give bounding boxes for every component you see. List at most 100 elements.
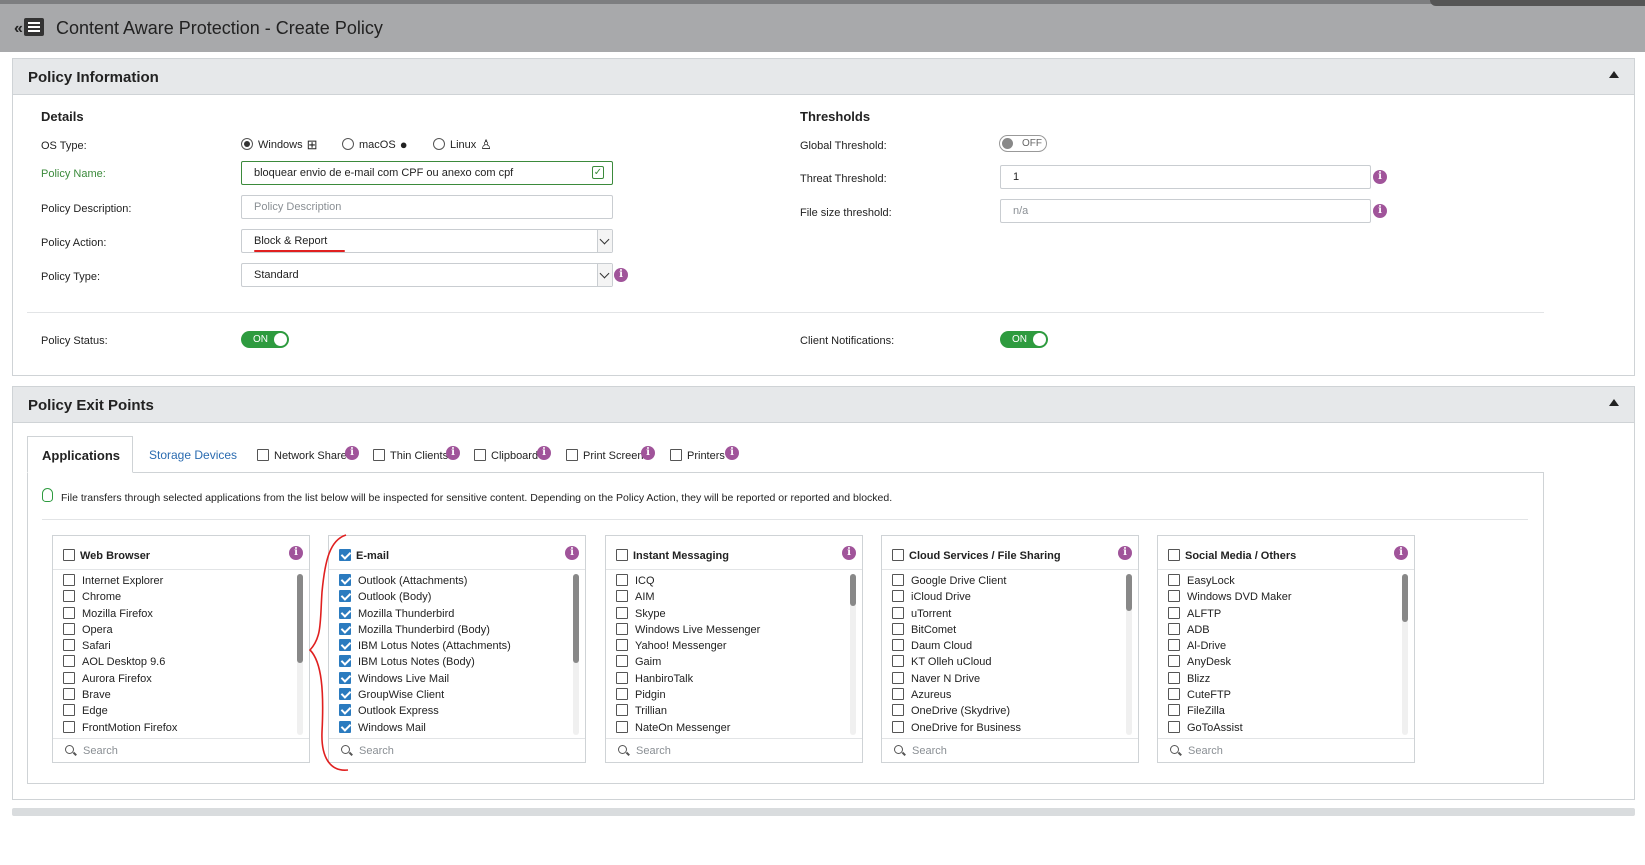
item-checkbox[interactable]: [63, 655, 75, 668]
tab-applications[interactable]: Applications: [27, 436, 133, 473]
list-item[interactable]: ICQ: [606, 574, 862, 590]
checkbox[interactable]: [257, 449, 269, 461]
item-checkbox[interactable]: [616, 704, 628, 717]
info-icon[interactable]: i: [1373, 170, 1387, 184]
list-item[interactable]: Windows Live Mail: [329, 671, 585, 688]
item-checkbox[interactable]: [892, 639, 904, 652]
item-checkbox[interactable]: [616, 688, 628, 701]
item-checkbox[interactable]: [892, 574, 904, 586]
info-icon[interactable]: i: [1118, 546, 1132, 560]
list-item[interactable]: CuteFTP: [1158, 688, 1414, 704]
scrollbar[interactable]: [1402, 574, 1408, 735]
item-checkbox[interactable]: [63, 720, 75, 733]
search-input[interactable]: Search: [1158, 738, 1414, 762]
item-checkbox[interactable]: [892, 704, 904, 717]
list-item[interactable]: Pidgin: [606, 688, 862, 704]
item-checkbox[interactable]: [1168, 606, 1180, 619]
list-item[interactable]: IBM Lotus Notes (Body): [329, 655, 585, 671]
item-checkbox[interactable]: [1168, 574, 1180, 586]
item-checkbox[interactable]: [616, 671, 628, 684]
category-header[interactable]: Social Media / Others i: [1158, 536, 1414, 570]
item-checkbox[interactable]: [1168, 639, 1180, 652]
chevron-down-icon[interactable]: [597, 264, 612, 286]
list-item[interactable]: Internet Explorer: [53, 574, 309, 590]
list-item[interactable]: iCloud Drive: [882, 590, 1138, 606]
scrollbar-thumb[interactable]: [850, 574, 856, 607]
list-item[interactable]: IBM Lotus Notes (Attachments): [329, 639, 585, 655]
list-item[interactable]: ADB: [1158, 622, 1414, 639]
list-item[interactable]: uTorrent: [882, 606, 1138, 623]
list-item[interactable]: Trillian: [606, 704, 862, 720]
item-checkbox[interactable]: [63, 639, 75, 652]
item-checkbox[interactable]: [63, 671, 75, 684]
category-header[interactable]: Web Browser i: [53, 536, 309, 570]
search-input[interactable]: Search: [882, 738, 1138, 762]
item-checkbox[interactable]: [63, 704, 75, 717]
list-item[interactable]: FrontMotion Firefox: [53, 720, 309, 737]
tab-printers[interactable]: Printers: [670, 449, 725, 462]
info-icon[interactable]: i: [725, 446, 739, 460]
list-item[interactable]: Mozilla Thunderbird: [329, 606, 585, 623]
chevron-down-icon[interactable]: [597, 230, 612, 252]
list-item[interactable]: Daum Cloud: [882, 639, 1138, 655]
search-input[interactable]: Search: [606, 738, 862, 762]
policy-name-input[interactable]: bloquear envio de e-mail com CPF ou anex…: [241, 161, 613, 185]
category-header[interactable]: E-mail i: [329, 536, 585, 570]
item-checkbox[interactable]: [1168, 655, 1180, 668]
os-radio-linux[interactable]: Linux ♙: [433, 137, 492, 153]
list-item[interactable]: FileZilla: [1158, 704, 1414, 720]
item-checkbox[interactable]: [1168, 688, 1180, 701]
category-checkbox[interactable]: [1168, 549, 1180, 561]
os-radio-macos[interactable]: macOS ●: [342, 137, 408, 152]
list-item[interactable]: Gaim: [606, 655, 862, 671]
policy-type-select[interactable]: Standard: [241, 263, 613, 287]
list-item[interactable]: AnyDesk: [1158, 655, 1414, 671]
tab-clipboard[interactable]: Clipboard: [474, 449, 538, 462]
collapse-icon[interactable]: [1609, 71, 1619, 78]
checkbox[interactable]: [373, 449, 385, 461]
item-checkbox[interactable]: [616, 622, 628, 635]
list-item[interactable]: Mozilla Thunderbird (Body): [329, 622, 585, 639]
menu-toggle-button[interactable]: «: [14, 18, 44, 38]
list-item[interactable]: Windows Live Messenger: [606, 622, 862, 639]
category-checkbox[interactable]: [892, 549, 904, 561]
scrollbar[interactable]: [850, 574, 856, 735]
list-item[interactable]: Aurora Firefox: [53, 671, 309, 688]
item-checkbox[interactable]: [616, 720, 628, 733]
scrollbar-thumb[interactable]: [1402, 574, 1408, 623]
client-notifications-toggle[interactable]: ON: [1000, 331, 1048, 348]
item-checkbox[interactable]: [63, 606, 75, 619]
list-item[interactable]: EasyLock: [1158, 574, 1414, 590]
checkbox[interactable]: [474, 449, 486, 461]
list-item[interactable]: Al-Drive: [1158, 639, 1414, 655]
file-size-threshold-input[interactable]: n/a: [1000, 199, 1371, 223]
scrollbar-thumb[interactable]: [573, 574, 579, 663]
list-item[interactable]: Edge: [53, 704, 309, 720]
list-item[interactable]: Safari: [53, 639, 309, 655]
list-item[interactable]: AIM: [606, 590, 862, 606]
list-item[interactable]: Windows Mail: [329, 720, 585, 737]
list-item[interactable]: HanbiroTalk: [606, 671, 862, 688]
category-checkbox[interactable]: [616, 549, 628, 561]
info-icon[interactable]: i: [565, 546, 579, 560]
policy-description-input[interactable]: Policy Description: [241, 195, 613, 219]
list-item[interactable]: Windows DVD Maker: [1158, 590, 1414, 606]
item-checkbox[interactable]: [63, 590, 75, 603]
os-radio-windows[interactable]: Windows ⊞: [241, 137, 318, 153]
item-checkbox[interactable]: [892, 720, 904, 733]
threat-threshold-input[interactable]: 1: [1000, 165, 1371, 189]
category-header[interactable]: Instant Messaging i: [606, 536, 862, 570]
list-item[interactable]: Azureus: [882, 688, 1138, 704]
list-item[interactable]: Outlook (Attachments): [329, 574, 585, 590]
list-item[interactable]: Google Drive Client: [882, 574, 1138, 590]
tab-thin-clients[interactable]: Thin Clients: [373, 449, 448, 462]
tab-print-screen[interactable]: Print Screen: [566, 449, 644, 462]
item-checkbox[interactable]: [892, 590, 904, 603]
item-checkbox[interactable]: [1168, 590, 1180, 603]
info-icon[interactable]: i: [537, 446, 551, 460]
info-icon[interactable]: i: [345, 446, 359, 460]
list-item[interactable]: Blizz: [1158, 671, 1414, 688]
collapse-icon[interactable]: [1609, 399, 1619, 406]
list-item[interactable]: Outlook (Body): [329, 590, 585, 606]
policy-exit-points-header[interactable]: Policy Exit Points: [13, 387, 1634, 423]
